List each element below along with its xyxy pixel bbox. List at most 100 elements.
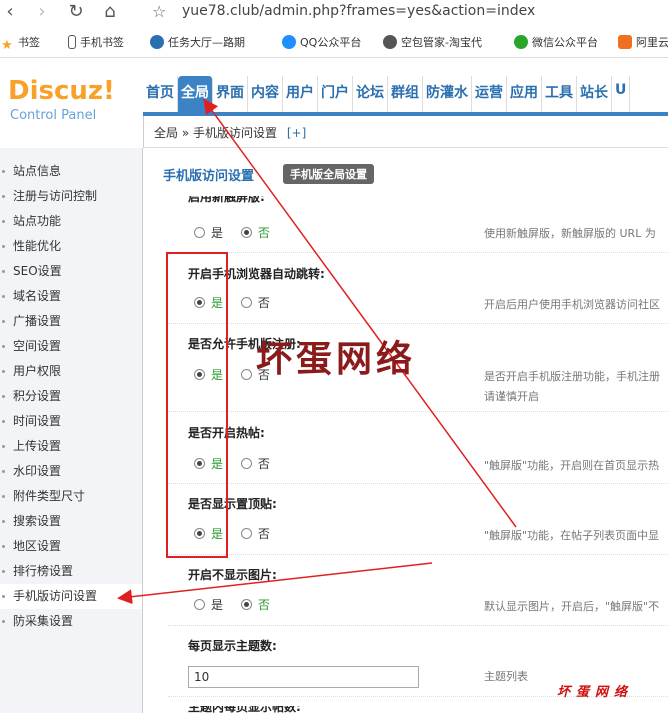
sidebar-item[interactable]: 站点信息 bbox=[0, 159, 142, 184]
sidebar-item[interactable]: 用户权限 bbox=[0, 359, 142, 384]
bookmark-item[interactable]: 空包管家-淘宝代 bbox=[383, 34, 482, 50]
nav-home[interactable]: 首页 bbox=[143, 76, 178, 114]
sidebar: 站点信息 注册与访问控制 站点功能 性能优化 SEO设置 域名设置 广播设置 空… bbox=[0, 148, 143, 713]
nav-tools[interactable]: 工具 bbox=[542, 76, 577, 114]
nav-apps[interactable]: 应用 bbox=[507, 76, 542, 114]
sidebar-item[interactable]: 水印设置 bbox=[0, 459, 142, 484]
radio-no[interactable] bbox=[240, 458, 252, 469]
qq-icon bbox=[282, 35, 296, 49]
nav-forum[interactable]: 论坛 bbox=[353, 76, 388, 114]
sidebar-item[interactable]: 排行榜设置 bbox=[0, 559, 142, 584]
global-settings-tab[interactable]: 手机版全局设置 bbox=[283, 164, 374, 184]
breadcrumb-root[interactable]: 全局 bbox=[154, 126, 178, 140]
sidebar-item[interactable]: 域名设置 bbox=[0, 284, 142, 309]
sidebar-item[interactable]: 广播设置 bbox=[0, 309, 142, 334]
sidebar-item[interactable]: 地区设置 bbox=[0, 534, 142, 559]
divider bbox=[168, 252, 668, 253]
nav-group[interactable]: 群组 bbox=[388, 76, 423, 114]
globe-icon bbox=[383, 35, 397, 49]
sidebar-item[interactable]: 积分设置 bbox=[0, 384, 142, 409]
setting-label-sticky-threads: 是否显示置顶贴: bbox=[188, 497, 277, 511]
bookmark-item[interactable]: 手机书签 bbox=[68, 34, 124, 50]
nav-antispam[interactable]: 防灌水 bbox=[423, 76, 472, 114]
setting-label-hot-threads: 是否开启热帖: bbox=[188, 426, 265, 440]
radio-yes[interactable] bbox=[194, 599, 205, 610]
sidebar-item[interactable]: 防采集设置 bbox=[0, 609, 142, 634]
breadcrumb-current: 手机版访问设置 bbox=[193, 126, 278, 140]
nav-interface[interactable]: 界面 bbox=[213, 76, 248, 114]
task-icon bbox=[150, 35, 164, 49]
nav-webmaster[interactable]: 站长 bbox=[577, 76, 612, 114]
top-nav: 首页 全局 界面 内容 用户 门户 论坛 群组 防灌水 运营 应用 工具 站长 … bbox=[143, 76, 631, 114]
radio-yes[interactable] bbox=[194, 528, 205, 539]
nav-portal[interactable]: 门户 bbox=[318, 76, 353, 114]
divider bbox=[168, 411, 668, 412]
setting-desc: 默认显示图片，开启后，"触屏版"不 bbox=[484, 600, 660, 613]
divider bbox=[168, 554, 668, 555]
wechat-icon bbox=[514, 35, 528, 49]
browser-toolbar: ‹ › ↻ ⌂ ☆ yue78.club/admin.php?frames=ye… bbox=[0, 0, 668, 26]
nav-global[interactable]: 全局 bbox=[178, 76, 213, 114]
page-title[interactable]: 手机版访问设置 bbox=[163, 165, 254, 184]
bookmark-item[interactable]: 阿里云 bbox=[618, 34, 668, 50]
radio-no[interactable] bbox=[240, 528, 252, 539]
setting-desc: 开启后用户使用手机浏览器访问社区 bbox=[484, 298, 660, 311]
nav-operation[interactable]: 运营 bbox=[472, 76, 507, 114]
setting-desc: "触屏版"功能，在帖子列表页面中显 bbox=[484, 529, 660, 542]
watermark: 坏蛋网络 bbox=[256, 338, 417, 380]
back-icon[interactable]: ‹ bbox=[0, 1, 20, 23]
radio-yes[interactable] bbox=[194, 297, 205, 308]
topics-per-page-input[interactable]: 10 bbox=[188, 666, 419, 688]
bookmark-star-icon[interactable]: ☆ bbox=[152, 2, 166, 21]
bookmark-item[interactable]: ★ 书签 bbox=[0, 34, 40, 53]
sidebar-item[interactable]: 时间设置 bbox=[0, 409, 142, 434]
radio-group-hot-threads: 是 否 bbox=[194, 455, 284, 472]
bookmark-item[interactable]: QQ公众平台 bbox=[282, 34, 361, 50]
nav-content[interactable]: 内容 bbox=[248, 76, 283, 114]
setting-label-posts-per-page: 主题内每页显示帖数: bbox=[188, 706, 301, 713]
radio-no[interactable] bbox=[240, 599, 252, 610]
radio-no[interactable] bbox=[240, 297, 252, 308]
sidebar-item[interactable]: 搜索设置 bbox=[0, 509, 142, 534]
browser-window: ‹ › ↻ ⌂ ☆ yue78.club/admin.php?frames=ye… bbox=[0, 0, 668, 713]
sidebar-item[interactable]: 空间设置 bbox=[0, 334, 142, 359]
aliyun-icon bbox=[618, 35, 632, 49]
admin-header: Discuz! Control Panel 首页 全局 界面 内容 用户 门户 … bbox=[0, 58, 668, 123]
sidebar-item[interactable]: 站点功能 bbox=[0, 209, 142, 234]
divider bbox=[168, 323, 668, 324]
setting-desc: 主题列表 bbox=[484, 670, 528, 683]
divider bbox=[168, 483, 668, 484]
breadcrumb-separator: » bbox=[181, 126, 190, 140]
radio-group-new-touch: 是 否 bbox=[194, 224, 284, 241]
phone-icon bbox=[68, 35, 76, 49]
nav-users[interactable]: 用户 bbox=[283, 76, 318, 114]
radio-yes[interactable] bbox=[194, 227, 205, 238]
star-icon: ★ bbox=[1, 38, 13, 53]
main-panel: 手机版访问设置 手机版全局设置 启用新触屏版: 是 否 使用新触屏版，新触屏版的… bbox=[144, 148, 668, 713]
radio-yes[interactable] bbox=[194, 369, 205, 380]
sidebar-item-mobile-access[interactable]: 手机版访问设置 bbox=[0, 584, 142, 609]
sidebar-item[interactable]: 上传设置 bbox=[0, 434, 142, 459]
radio-yes[interactable] bbox=[194, 458, 205, 469]
setting-desc: 是否开启手机版注册功能，手机注册 bbox=[484, 370, 660, 383]
bookmarks-bar: ★ 书签 手机书签 任务大厅—路期 QQ公众平台 空包管家-淘宝代 微信公众平台 … bbox=[0, 26, 668, 58]
nav-ucenter[interactable]: U bbox=[612, 76, 631, 114]
add-shortcut-button[interactable]: [+] bbox=[287, 126, 306, 140]
bookmark-item[interactable]: 微信公众平台 bbox=[514, 34, 598, 50]
reload-icon[interactable]: ↻ bbox=[66, 1, 86, 23]
sidebar-item[interactable]: SEO设置 bbox=[0, 259, 142, 284]
divider bbox=[168, 625, 668, 626]
setting-label-hide-images: 开启不显示图片: bbox=[188, 568, 277, 582]
forward-icon[interactable]: › bbox=[32, 1, 52, 23]
sidebar-item[interactable]: 注册与访问控制 bbox=[0, 184, 142, 209]
home-icon[interactable]: ⌂ bbox=[100, 1, 120, 23]
radio-no[interactable] bbox=[240, 369, 252, 380]
radio-group-hide-images: 是 否 bbox=[194, 596, 284, 613]
radio-no[interactable] bbox=[240, 227, 252, 238]
bookmark-item[interactable]: 任务大厅—路期 bbox=[150, 34, 245, 50]
sidebar-item[interactable]: 性能优化 bbox=[0, 234, 142, 259]
discuz-logo: Discuz! bbox=[8, 76, 115, 106]
setting-desc: 使用新触屏版，新触屏版的 URL 为 bbox=[484, 227, 656, 240]
sidebar-item[interactable]: 附件类型尺寸 bbox=[0, 484, 142, 509]
address-bar[interactable]: yue78.club/admin.php?frames=yes&action=i… bbox=[182, 3, 535, 19]
